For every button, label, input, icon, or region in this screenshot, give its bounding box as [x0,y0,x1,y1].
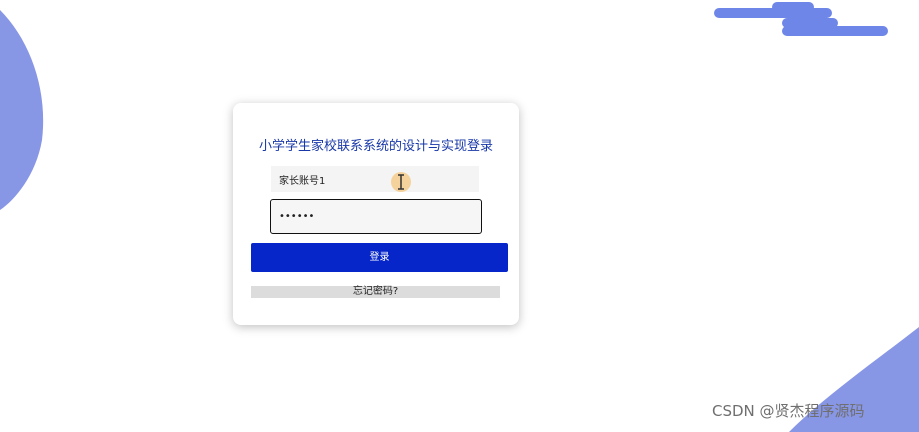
login-button[interactable]: 登录 [251,243,508,272]
text-cursor-icon [398,174,404,190]
cloud-decoration [714,2,888,36]
decorative-shape-left [0,10,44,210]
watermark: CSDN @贤杰程序源码 [712,402,865,420]
login-card: 小学学生家校联系系统的设计与实现登录 登录 忘记密码? [233,103,519,325]
forgot-password-link[interactable]: 忘记密码? [251,286,500,298]
mouse-cursor [391,172,411,192]
login-title: 小学学生家校联系系统的设计与实现登录 [258,139,493,154]
username-input[interactable] [271,166,479,192]
password-input[interactable] [270,199,482,234]
